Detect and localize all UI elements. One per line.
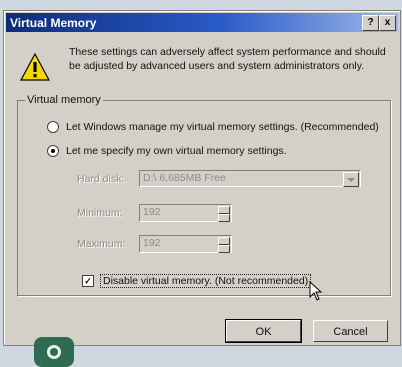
disable-virtual-memory-checkbox-row[interactable]: ✓ Disable virtual memory. (Not recommend… xyxy=(82,274,312,288)
virtual-memory-dialog: Virtual Memory ? x These settings can ad… xyxy=(3,10,401,367)
minimum-spinner[interactable] xyxy=(218,206,230,222)
spin-up-icon[interactable] xyxy=(218,237,230,245)
warning-text: These settings can adversely affect syst… xyxy=(69,46,386,72)
hard-disk-value: D:\ 6,685MB Free xyxy=(143,172,226,184)
minimum-value: 192 xyxy=(143,206,161,218)
minimum-label: Minimum: xyxy=(77,207,123,219)
spin-down-icon[interactable] xyxy=(218,245,230,253)
maximum-label: Maximum: xyxy=(77,238,126,250)
warning-icon xyxy=(20,53,50,81)
cancel-button[interactable]: Cancel xyxy=(313,320,388,342)
disable-virtual-memory-checkbox[interactable]: ✓ xyxy=(82,275,94,287)
radio-button[interactable] xyxy=(47,121,59,133)
hard-disk-dropdown[interactable]: D:\ 6,685MB Free xyxy=(139,170,361,187)
radio-label: Let me specify my own virtual memory set… xyxy=(66,145,287,157)
mouse-cursor-icon xyxy=(309,281,323,301)
help-button[interactable]: ? xyxy=(362,15,379,31)
group-label: Virtual memory xyxy=(25,94,103,106)
title-bar[interactable]: Virtual Memory ? x xyxy=(6,13,398,32)
maximum-value: 192 xyxy=(143,237,161,249)
maximum-spinner[interactable] xyxy=(218,237,230,253)
radio-manual-settings[interactable]: Let me specify my own virtual memory set… xyxy=(47,145,287,157)
disable-virtual-memory-label: Disable virtual memory. (Not recommended… xyxy=(100,274,312,288)
radio-windows-manage[interactable]: Let Windows manage my virtual memory set… xyxy=(47,121,379,133)
window-title: Virtual Memory xyxy=(10,16,97,30)
spin-up-icon[interactable] xyxy=(218,206,230,214)
app-logo-icon xyxy=(34,337,74,367)
ok-button[interactable]: OK xyxy=(225,319,302,343)
minimum-input[interactable]: 192 xyxy=(139,204,232,222)
hard-disk-label: Hard disk: xyxy=(77,173,125,185)
close-button[interactable]: x xyxy=(379,15,396,31)
radio-label: Let Windows manage my virtual memory set… xyxy=(66,121,379,133)
maximum-input[interactable]: 192 xyxy=(139,235,232,253)
spin-down-icon[interactable] xyxy=(218,214,230,222)
radio-button-selected[interactable] xyxy=(47,145,59,157)
chevron-down-icon[interactable] xyxy=(343,172,359,187)
